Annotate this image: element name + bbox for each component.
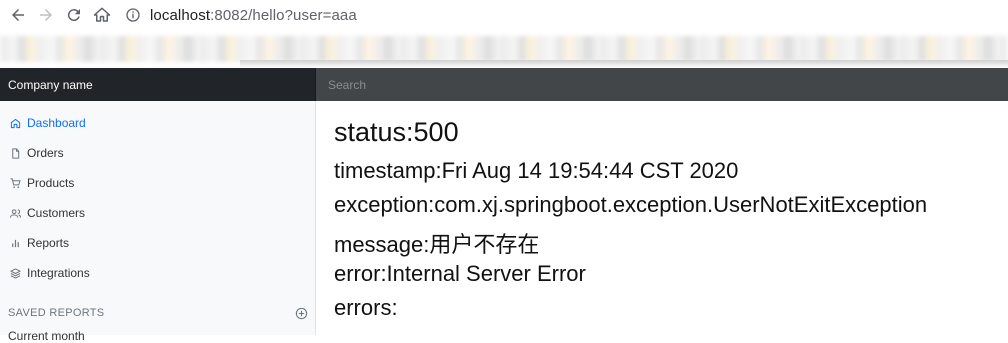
sidebar-item-label: Reports xyxy=(27,236,70,250)
sidebar-item-label: Orders xyxy=(27,146,64,160)
app-navbar: Company name xyxy=(0,68,1008,101)
file-icon xyxy=(8,146,22,160)
add-report-icon[interactable] xyxy=(294,306,308,320)
errors-text: errors: xyxy=(334,295,398,320)
address-bar[interactable]: localhost:8082/hello?user=aaa xyxy=(124,0,357,30)
bookmarks-bar xyxy=(0,30,1008,68)
cart-icon xyxy=(8,176,22,190)
url-text[interactable]: localhost:8082/hello?user=aaa xyxy=(150,7,357,24)
bar-chart-icon xyxy=(8,236,22,250)
sidebar-item-customers[interactable]: Customers xyxy=(0,198,316,228)
forward-arrow-icon[interactable] xyxy=(32,1,60,29)
sidebar-item-label: Products xyxy=(27,176,75,190)
saved-report-item[interactable]: Current month xyxy=(8,329,85,343)
reload-icon[interactable] xyxy=(60,1,88,29)
home-icon[interactable] xyxy=(88,1,116,29)
saved-reports-heading: SAVED REPORTS xyxy=(8,305,308,321)
layers-icon xyxy=(8,266,22,280)
sidebar-item-label: Integrations xyxy=(27,266,90,280)
search-input[interactable] xyxy=(316,68,1008,101)
sidebar-item-reports[interactable]: Reports xyxy=(0,228,316,258)
browser-toolbar: localhost:8082/hello?user=aaa xyxy=(0,0,1008,30)
message-text: message:用户不存在 xyxy=(334,232,540,257)
url-host: localhost xyxy=(150,6,211,24)
home-icon xyxy=(8,116,22,130)
saved-reports-label: SAVED REPORTS xyxy=(8,307,105,319)
info-icon[interactable] xyxy=(124,6,142,24)
sidebar-item-orders[interactable]: Orders xyxy=(0,138,316,168)
sidebar-item-label: Customers xyxy=(27,206,86,220)
error-text: error:Internal Server Error xyxy=(334,261,586,286)
error-content: status:500 timestamp:Fri Aug 14 19:54:44… xyxy=(334,101,1008,335)
sidebar-item-products[interactable]: Products xyxy=(0,168,316,198)
sidebar-item-dashboard[interactable]: Dashboard xyxy=(0,108,316,138)
search-bar xyxy=(316,68,1008,101)
sidebar-item-integrations[interactable]: Integrations xyxy=(0,258,316,288)
url-path: :8082/hello?user=aaa xyxy=(210,6,357,24)
blurred-bookmarks xyxy=(0,36,1008,62)
sidebar: Dashboard Orders Products Customers Repo… xyxy=(0,101,316,343)
brand-name[interactable]: Company name xyxy=(0,68,316,101)
timestamp-text: timestamp:Fri Aug 14 19:54:44 CST 2020 xyxy=(334,158,739,183)
sidebar-item-label: Dashboard xyxy=(27,116,86,130)
status-text: status:500 xyxy=(334,117,459,147)
bookmarks-shadow xyxy=(240,60,1008,68)
back-arrow-icon[interactable] xyxy=(4,1,32,29)
exception-text: exception:com.xj.springboot.exception.Us… xyxy=(334,192,928,217)
users-icon xyxy=(8,206,22,220)
